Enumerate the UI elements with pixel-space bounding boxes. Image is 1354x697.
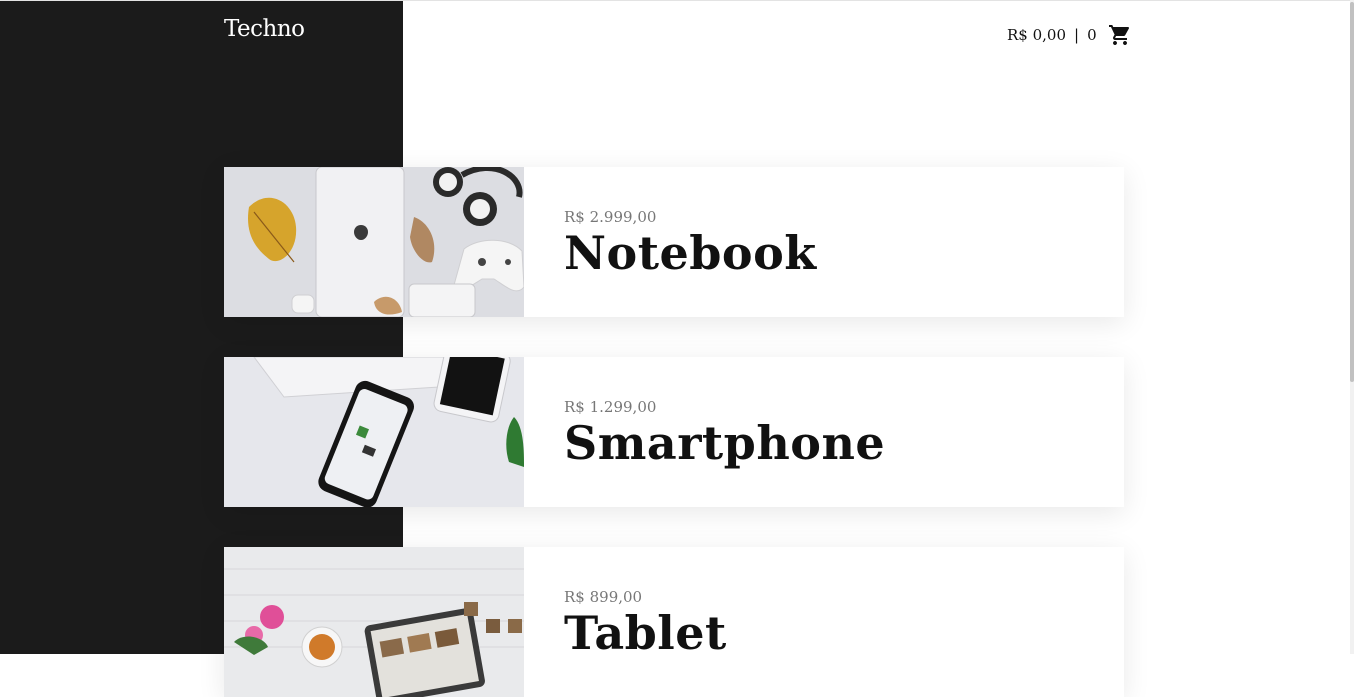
product-info: R$ 2.999,00 Notebook bbox=[524, 167, 817, 317]
product-price: R$ 2.999,00 bbox=[564, 208, 657, 226]
product-card-smartphone[interactable]: R$ 1.299,00 Smartphone bbox=[224, 357, 1124, 507]
product-image-smartphone[interactable] bbox=[224, 357, 524, 507]
product-name[interactable]: Tablet bbox=[564, 607, 727, 659]
shopping-cart-icon[interactable] bbox=[1108, 23, 1132, 47]
cart-count: 0 bbox=[1087, 26, 1097, 44]
product-card-tablet[interactable]: R$ 899,00 Tablet bbox=[224, 547, 1124, 697]
product-price: R$ 1.299,00 bbox=[564, 398, 657, 416]
scrollbar-thumb[interactable] bbox=[1350, 2, 1354, 382]
product-info: R$ 899,00 Tablet bbox=[524, 547, 727, 697]
product-price: R$ 899,00 bbox=[564, 588, 643, 606]
product-image-tablet[interactable] bbox=[224, 547, 524, 697]
cart-total: R$ 0,00 bbox=[1007, 26, 1067, 44]
product-card-notebook[interactable]: R$ 2.999,00 Notebook bbox=[224, 167, 1124, 317]
cart-separator: | bbox=[1074, 26, 1080, 44]
cart-summary[interactable]: R$ 0,00 | 0 bbox=[1007, 23, 1132, 47]
product-name[interactable]: Notebook bbox=[564, 227, 817, 279]
product-image-notebook[interactable] bbox=[224, 167, 524, 317]
site-logo[interactable]: Techno bbox=[224, 16, 305, 42]
product-name[interactable]: Smartphone bbox=[564, 417, 885, 469]
product-info: R$ 1.299,00 Smartphone bbox=[524, 357, 885, 507]
